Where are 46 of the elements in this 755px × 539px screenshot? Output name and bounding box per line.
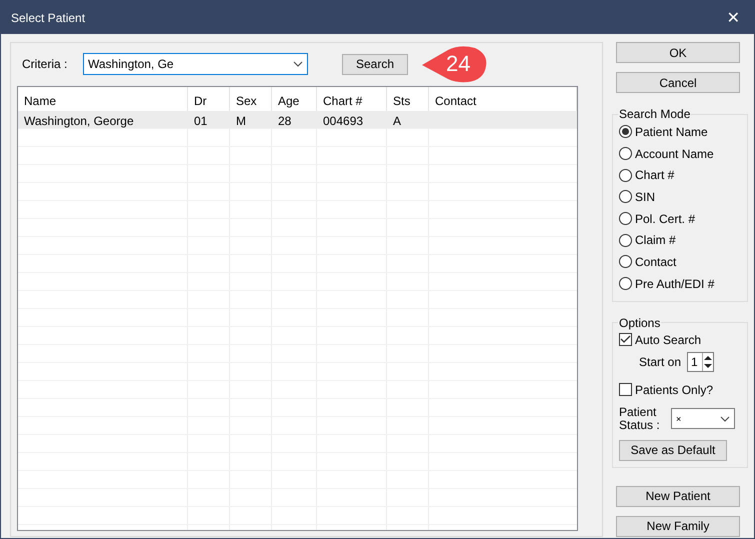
- dropdown-caret-icon[interactable]: [720, 416, 730, 422]
- criteria-label: Criteria :: [21, 57, 68, 71]
- group-title: Search Mode: [618, 107, 692, 121]
- table-row[interactable]: Washington, George 01 M 28 004693 A: [18, 111, 577, 129]
- radio-label[interactable]: Claim #: [635, 233, 676, 248]
- patient-status-label: Patient Status :: [619, 406, 661, 432]
- group-title: Options: [618, 316, 662, 330]
- cancel-button[interactable]: Cancel: [616, 72, 740, 93]
- start-on-label: Start on: [639, 354, 682, 368]
- ok-button[interactable]: OK: [616, 42, 740, 63]
- search-button[interactable]: Search: [342, 54, 408, 74]
- table-cell: Washington, George: [18, 111, 188, 129]
- table-cell: 01: [188, 111, 230, 129]
- checkbox[interactable]: [619, 333, 632, 346]
- checkbox-label[interactable]: Auto Search: [635, 332, 702, 346]
- radio-label[interactable]: Contact: [635, 254, 676, 269]
- checkbox[interactable]: [619, 383, 632, 396]
- radio-button[interactable]: [619, 147, 632, 160]
- close-button[interactable]: ✕: [722, 8, 744, 27]
- radio-label[interactable]: SIN: [635, 190, 656, 204]
- radio-button[interactable]: [619, 125, 632, 138]
- radio-label[interactable]: Pol. Cert. #: [635, 212, 696, 226]
- criteria-combo-box[interactable]: Washington, Ge: [83, 53, 308, 75]
- radio-button[interactable]: [619, 234, 632, 247]
- save-default-button[interactable]: Save as Default: [619, 440, 727, 460]
- radio-label[interactable]: Pre Auth/EDI #: [635, 276, 714, 291]
- table-cell: 004693: [317, 111, 387, 129]
- radio-label[interactable]: Patient Name: [635, 124, 708, 139]
- radio-button[interactable]: [619, 190, 632, 204]
- radio-label[interactable]: Chart #: [635, 168, 674, 182]
- radio-button[interactable]: [619, 277, 632, 290]
- table-cell: A: [387, 111, 429, 129]
- patient-status-combo-box[interactable]: ×: [671, 408, 735, 429]
- radio-button[interactable]: [619, 168, 632, 182]
- new-family-button[interactable]: New Family: [616, 516, 740, 536]
- radio-label[interactable]: Account Name: [635, 146, 714, 161]
- checkbox-label[interactable]: Patients Only?: [635, 382, 714, 396]
- dropdown-caret-icon[interactable]: [293, 61, 303, 67]
- radio-button[interactable]: [619, 212, 632, 226]
- table-cell: 28: [272, 111, 317, 129]
- window-title: Select Patient: [11, 10, 86, 24]
- table-cell: M: [230, 111, 272, 129]
- start-on-spinner[interactable]: 1: [687, 352, 714, 372]
- new-patient-button[interactable]: New Patient: [616, 486, 740, 506]
- radio-button[interactable]: [619, 255, 632, 268]
- callout-number: 24: [446, 51, 470, 77]
